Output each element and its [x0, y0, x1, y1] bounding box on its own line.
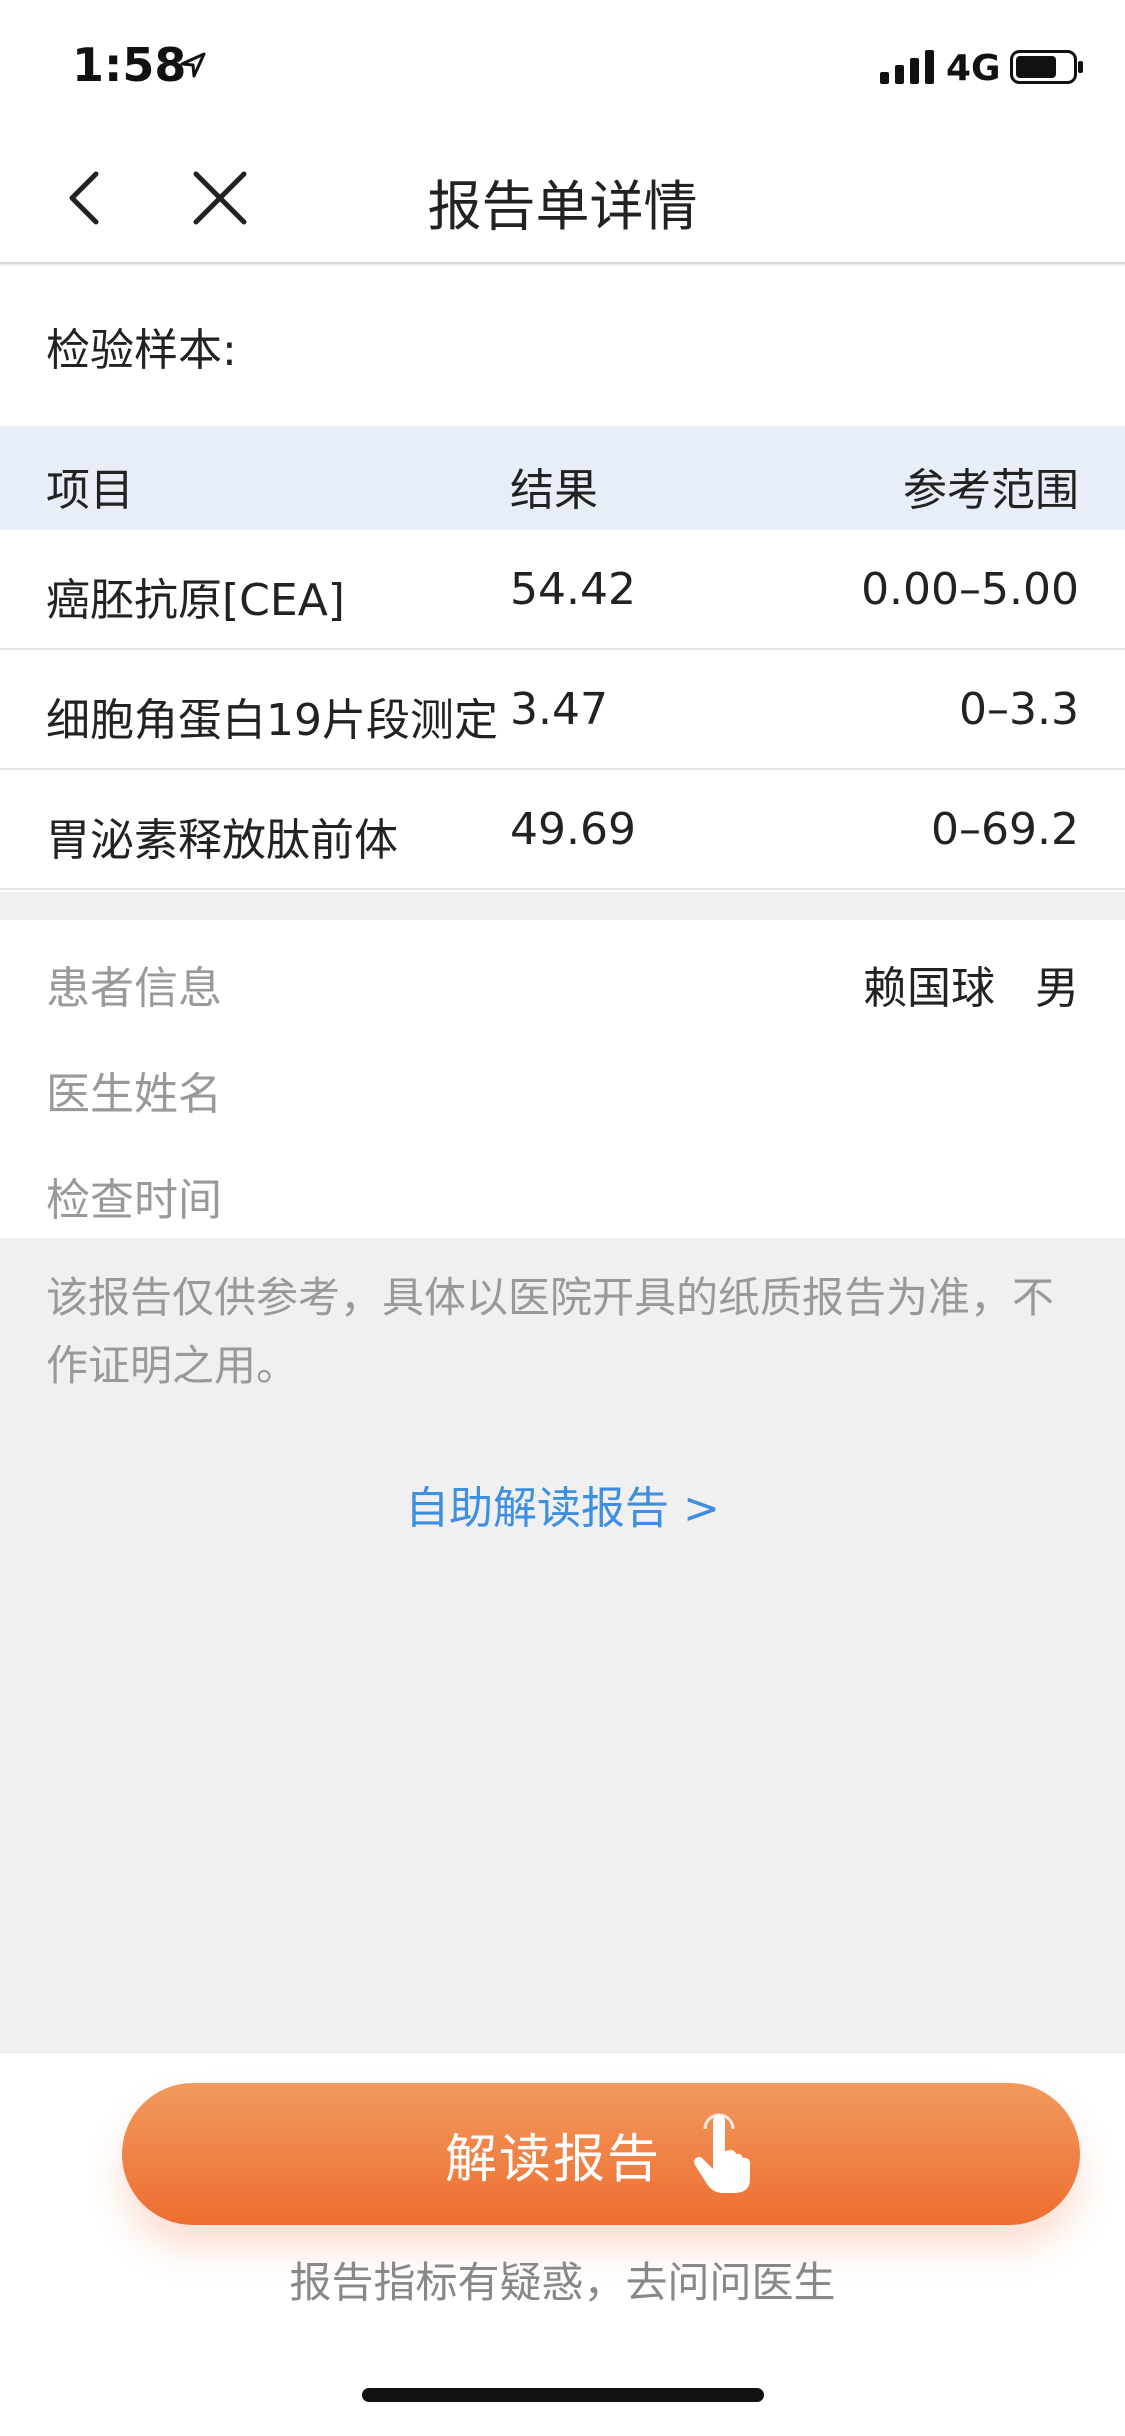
row-item: 细胞角蛋白19片段测定	[46, 695, 498, 746]
status-bar: 1:58 4G	[0, 0, 1125, 132]
location-arrow-icon	[180, 52, 206, 78]
row-item: 癌胚抗原[CEA]	[46, 575, 345, 626]
exam-time-label: 检查时间	[46, 1175, 222, 1226]
header-item: 项目	[46, 465, 134, 516]
page-title: 报告单详情	[427, 175, 698, 238]
patient-name: 赖国球	[863, 963, 995, 1014]
row-range: 0.00–5.00	[861, 564, 1079, 615]
results-table: 癌胚抗原[CEA] 54.42 0.00–5.00 细胞角蛋白19片段测定 3.…	[0, 530, 1125, 892]
sample-label: 检验样本:	[46, 325, 237, 376]
home-indicator[interactable]	[362, 2388, 764, 2402]
battery-icon	[1010, 50, 1083, 84]
signal-icon	[880, 50, 934, 84]
patient-info-label: 患者信息	[46, 963, 222, 1014]
table-row: 细胞角蛋白19片段测定 3.47 0–3.3	[0, 650, 1125, 770]
patient-info-row: 患者信息 赖国球男	[0, 932, 1125, 1014]
bottom-panel: 解读报告 报告指标有疑惑，去问问医生	[0, 2052, 1125, 2436]
disclaimer-text: 该报告仅供参考，具体以医院开具的纸质报告为准，不作证明之用。	[46, 1273, 1055, 1390]
ask-doctor-hint[interactable]: 报告指标有疑惑，去问问医生	[0, 2249, 1125, 2310]
header-range: 参考范围	[903, 465, 1079, 516]
row-range: 0–3.3	[959, 684, 1079, 735]
patient-info-value: 赖国球男	[863, 952, 1079, 1016]
results-table-header: 项目 结果 参考范围	[0, 426, 1125, 530]
row-result: 3.47	[510, 684, 608, 735]
row-range: 0–69.2	[931, 804, 1079, 855]
row-result: 54.42	[510, 564, 636, 615]
table-row: 癌胚抗原[CEA] 54.42 0.00–5.00	[0, 530, 1125, 650]
network-label: 4G	[946, 48, 1001, 89]
patient-gender: 男	[1035, 963, 1079, 1014]
doctor-name-label: 医生姓名	[46, 1069, 222, 1120]
report-detail-page: 1:58 4G 报告单详情 检验样本: 项目 结果 参考范围 癌胚抗原[CEA]…	[0, 0, 1125, 2436]
row-result: 49.69	[510, 804, 636, 855]
row-item: 胃泌素释放肽前体	[46, 815, 398, 866]
patient-info-section: 患者信息 赖国球男 医生姓名 检查时间	[0, 920, 1125, 1238]
sample-section: 检验样本:	[0, 266, 1125, 426]
doctor-name-row: 医生姓名	[0, 1038, 1125, 1120]
table-row: 胃泌素释放肽前体 49.69 0–69.2	[0, 770, 1125, 890]
exam-time-row: 检查时间	[0, 1144, 1125, 1226]
read-report-button-label: 解读报告	[444, 2129, 661, 2190]
nav-bar: 报告单详情	[0, 132, 1125, 264]
status-time: 1:58	[72, 38, 187, 92]
header-result: 结果	[510, 465, 598, 516]
read-report-button[interactable]: 解读报告	[122, 2083, 1080, 2225]
tap-hand-icon	[694, 2113, 751, 2193]
self-read-report-link[interactable]: 自助解读报告 >	[0, 1472, 1125, 1536]
